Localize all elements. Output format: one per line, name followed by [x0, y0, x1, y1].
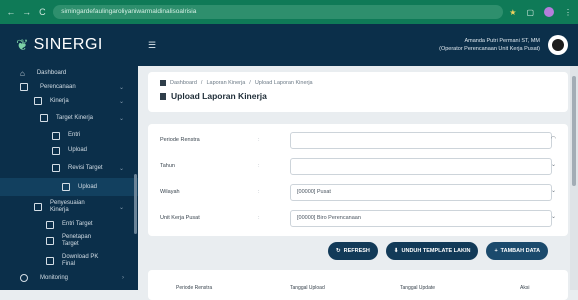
periode-row: Periode Renstra : ◠ [148, 130, 568, 150]
home-icon: ⌂ [20, 68, 25, 78]
column-header: Aksi [520, 285, 530, 291]
list-icon [40, 114, 48, 122]
tahun-row: Tahun : ⌄ [148, 156, 568, 176]
sidebar-item-entri[interactable]: Entri [0, 128, 138, 143]
logo-leaf-icon: ❦ [16, 37, 29, 54]
forward-button[interactable]: → [22, 7, 32, 17]
chevron-down-icon: ⌄ [550, 214, 556, 220]
breadcrumb-separator: / [249, 80, 251, 86]
breadcrumb-home[interactable]: Dashboard [170, 80, 197, 86]
chevron-down-icon: ⌄ [550, 188, 556, 194]
document-icon [52, 146, 60, 155]
user-avatar[interactable] [548, 35, 568, 55]
sidebar-item-target-kinerja[interactable]: Target Kinerja ⌄ [0, 108, 138, 128]
column-header[interactable]: Periode Renstra [176, 285, 212, 291]
action-buttons: ↻ REFRESH ⬇ UNDUH TEMPLATE LAKIN + TAMBA… [328, 242, 549, 260]
document-icon [52, 164, 60, 172]
document-icon [52, 131, 60, 140]
add-data-button[interactable]: + TAMBAH DATA [486, 242, 549, 260]
wilayah-select[interactable]: [00000] Pusat [290, 183, 552, 201]
extensions-icon[interactable]: ▢ [526, 8, 534, 17]
browser-actions: ★ ▢ ⋮ [509, 7, 572, 17]
column-header[interactable]: Tanggal Upload [290, 285, 325, 291]
document-icon [46, 237, 54, 245]
back-button[interactable]: ← [6, 7, 16, 17]
sidebar-item-dashboard[interactable]: ⌂ Dashboard [0, 66, 138, 80]
brand-name: SINERGI [33, 36, 103, 53]
wilayah-row: Wilayah : [00000] Pusat ⌄ [148, 182, 568, 202]
document-icon [46, 220, 54, 229]
document-icon [46, 257, 54, 265]
sidebar-item-revisi-target[interactable]: Revisi Target ⌄ [0, 158, 138, 178]
tahun-select[interactable] [290, 157, 552, 175]
chevron-down-icon: ⌄ [118, 84, 124, 91]
folder-icon [20, 83, 28, 91]
unit-label: Unit Kerja Pusat [160, 215, 200, 221]
sidebar-item-download-pk-final[interactable]: Download PK Final [0, 251, 138, 271]
app-logo[interactable]: ❦ SINERGI [0, 24, 138, 66]
unit-select[interactable]: [00000] Biro Perencanaan [290, 209, 552, 227]
document-icon [62, 183, 70, 191]
chevron-down-icon: ⌄ [550, 162, 556, 168]
periode-select[interactable] [290, 131, 552, 149]
list-icon [34, 97, 42, 105]
data-table: Periode Renstra Tanggal Upload Tanggal U… [148, 270, 568, 300]
sidebar-item-kinerja[interactable]: Kinerja ⌄ [0, 94, 138, 108]
monitor-icon [20, 274, 28, 282]
unit-row: Unit Kerja Pusat : [00000] Biro Perencan… [148, 208, 568, 228]
download-icon: ⬇ [393, 248, 399, 254]
sidebar-item-upload[interactable]: Upload [0, 143, 138, 158]
main-content: Dashboard / Laporan Kinerja / Upload Lap… [138, 66, 570, 300]
breadcrumb-separator: / [200, 80, 203, 86]
reload-button[interactable]: C [38, 7, 48, 17]
chevron-down-icon: ⌄ [118, 115, 124, 122]
refresh-icon: ↻ [336, 248, 341, 254]
browser-toolbar: ← → C simingardefaulingaroliyaniwarmaldi… [0, 0, 578, 24]
user-role: (Operator Perencanaan Unit Kerja Pusat) [439, 46, 540, 52]
column-header[interactable]: Tanggal Update [400, 285, 435, 291]
chevron-right-icon: › [122, 275, 124, 281]
top-navbar: ☰ Amanda Putri Permani ST, MM (Operator … [138, 24, 578, 66]
address-bar[interactable]: simingardefaulingaroliyaniwarmaldinaliso… [53, 5, 504, 19]
chevron-down-icon: ⌄ [118, 204, 124, 211]
breadcrumb: Dashboard / Laporan Kinerja / Upload Lap… [160, 80, 556, 86]
wilayah-label: Wilayah [160, 189, 180, 195]
bookmark-star-icon[interactable]: ★ [509, 8, 516, 17]
page-title: Upload Laporan Kinerja [160, 91, 556, 101]
filter-form: Periode Renstra : ◠ Tahun : ⌄ Wilayah : … [148, 124, 568, 236]
sidebar-item-revisi-upload[interactable]: Upload [0, 178, 138, 196]
page-header: Dashboard / Laporan Kinerja / Upload Lap… [148, 72, 568, 112]
plus-icon: + [494, 248, 498, 254]
home-icon [160, 80, 166, 86]
sidebar: ❦ SINERGI ⌂ Dashboard Perencanaan ⌄ Kinerj… [0, 24, 138, 290]
menu-toggle-icon[interactable]: ☰ [148, 40, 156, 51]
chevron-down-icon: ⌄ [118, 165, 124, 172]
user-info: Amanda Putri Permani ST, MM (Operator Pe… [439, 37, 540, 53]
page-scrollbar[interactable] [570, 66, 578, 290]
sidebar-item-perencanaan[interactable]: Perencanaan ⌄ [0, 80, 138, 94]
sidebar-menu: ⌂ Dashboard Perencanaan ⌄ Kinerja ⌄ Target … [0, 66, 138, 285]
periode-label: Periode Renstra [160, 137, 200, 143]
sidebar-item-penyesuaian-kinerja[interactable]: Penyesuaian Kinerja ⌄ [0, 196, 138, 218]
sidebar-item-entri-target[interactable]: Entri Target [0, 218, 138, 231]
breadcrumb-laporan[interactable]: Laporan Kinerja [206, 80, 245, 86]
loading-spinner-icon: ◠ [550, 136, 556, 142]
sidebar-item-monitoring[interactable]: Monitoring › [0, 271, 138, 285]
sidebar-item-penetapan-target[interactable]: Penetapan Target [0, 231, 138, 251]
refresh-button[interactable]: ↻ REFRESH [328, 242, 378, 260]
breadcrumb-current: Upload Laporan Kinerja [254, 80, 313, 86]
user-name: Amanda Putri Permani ST, MM [464, 38, 541, 44]
sidebar-scrollbar[interactable] [134, 174, 137, 234]
browser-menu-icon[interactable]: ⋮ [564, 8, 572, 17]
list-icon [34, 203, 42, 211]
page-scrollbar-thumb[interactable] [572, 76, 576, 186]
document-icon [160, 92, 166, 100]
chevron-down-icon: ⌄ [118, 98, 124, 105]
tahun-label: Tahun [160, 163, 175, 169]
download-template-button[interactable]: ⬇ UNDUH TEMPLATE LAKIN [385, 242, 479, 260]
profile-avatar[interactable] [544, 7, 554, 17]
